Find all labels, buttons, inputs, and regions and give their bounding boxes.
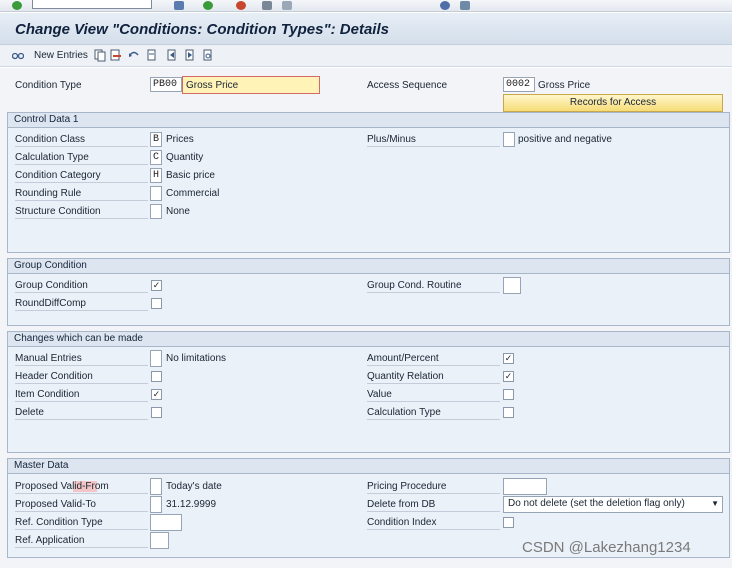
ref-application-label: Ref. Application <box>15 535 148 548</box>
print-icon[interactable] <box>262 1 272 10</box>
round-diff-comp-label: RoundDiffComp <box>15 298 148 311</box>
find-icon[interactable] <box>282 1 292 10</box>
rounding-rule-label: Rounding Rule <box>15 188 148 201</box>
delete-from-db-label: Delete from DB <box>367 499 500 512</box>
quantity-relation-checkbox[interactable]: ✓ <box>503 371 514 382</box>
enter-icon[interactable] <box>12 1 22 10</box>
valid-to-label: Proposed Valid-To <box>15 499 148 512</box>
round-diff-comp-checkbox[interactable] <box>151 298 162 309</box>
select-all-icon[interactable] <box>146 49 158 62</box>
header-condition-checkbox[interactable] <box>151 371 162 382</box>
condition-index-checkbox[interactable] <box>503 517 514 528</box>
value-label: Value <box>367 389 500 402</box>
pricing-procedure-field[interactable] <box>503 478 547 495</box>
condition-category-label: Condition Category <box>15 170 148 183</box>
condition-class-field[interactable]: B <box>150 132 162 147</box>
structure-condition-field[interactable] <box>150 204 162 219</box>
rounding-rule-desc: Commercial <box>166 188 220 199</box>
valid-to-desc: 31.12.9999 <box>166 499 217 510</box>
document-icon[interactable] <box>202 49 214 62</box>
group-condition-title: Group Condition <box>8 259 729 274</box>
delete-from-db-value: Do not delete (set the deletion flag onl… <box>508 498 685 509</box>
ref-condition-type-label: Ref. Condition Type <box>15 517 148 530</box>
next-entry-icon[interactable] <box>184 49 196 62</box>
structure-condition-label: Structure Condition <box>15 206 148 219</box>
delete-label: Delete <box>15 407 148 420</box>
glasses-icon[interactable] <box>12 49 24 62</box>
calculation-type-checkbox[interactable] <box>503 407 514 418</box>
valid-to-field[interactable] <box>150 496 162 513</box>
group-condition-checkbox[interactable]: ✓ <box>151 280 162 291</box>
access-sequence-desc: Gross Price <box>538 80 591 91</box>
structure-condition-desc: None <box>166 206 190 217</box>
condition-category-desc: Basic price <box>166 170 215 181</box>
condition-type-field[interactable]: PB00 <box>150 77 182 92</box>
previous-entry-icon[interactable] <box>166 49 178 62</box>
header-condition-label: Header Condition <box>15 371 148 384</box>
condition-class-label: Condition Class <box>15 134 148 147</box>
copy-icon[interactable] <box>94 49 106 62</box>
quantity-relation-label: Quantity Relation <box>367 371 500 384</box>
group-condition-label: Group Condition <box>15 280 148 293</box>
delete-checkbox[interactable] <box>151 407 162 418</box>
valid-from-desc: Today's date <box>166 481 222 492</box>
valid-from-field[interactable] <box>150 478 162 495</box>
chevron-down-icon[interactable]: ▼ <box>711 497 719 510</box>
plus-minus-label: Plus/Minus <box>367 134 500 147</box>
ref-application-field[interactable] <box>150 532 169 549</box>
access-sequence-field[interactable]: 0002 <box>503 77 535 92</box>
settings-icon[interactable] <box>460 1 470 10</box>
new-entries-button[interactable]: New Entries <box>34 50 88 61</box>
amount-percent-checkbox[interactable]: ✓ <box>503 353 514 364</box>
save-icon[interactable] <box>174 1 184 10</box>
item-condition-label: Item Condition <box>15 389 148 402</box>
value-checkbox[interactable] <box>503 389 514 400</box>
title-bar: Change View "Conditions: Condition Types… <box>0 13 732 45</box>
condition-index-label: Condition Index <box>367 517 500 530</box>
back-icon[interactable] <box>203 1 213 10</box>
delete-icon[interactable] <box>110 49 122 62</box>
group-cond-routine-label: Group Cond. Routine <box>367 280 500 293</box>
rounding-rule-field[interactable] <box>150 186 162 201</box>
plus-minus-field[interactable] <box>503 132 515 147</box>
help-icon[interactable] <box>440 1 450 10</box>
amount-percent-label: Amount/Percent <box>367 353 500 366</box>
calculation-type-label: Calculation Type <box>15 152 148 165</box>
ref-condition-type-field[interactable] <box>150 514 182 531</box>
system-toolbar <box>0 0 732 12</box>
manual-entries-desc: No limitations <box>166 353 227 364</box>
condition-type-desc-text: Gross Price <box>186 80 239 91</box>
control-data-title: Control Data 1 <box>8 113 729 128</box>
cancel-icon[interactable] <box>236 1 246 10</box>
condition-class-desc: Prices <box>166 134 194 145</box>
master-data-title: Master Data <box>8 459 729 474</box>
condition-type-description: Gross Price <box>182 76 320 94</box>
content-area: Condition Type PB00 Gross Price Access S… <box>0 68 732 568</box>
application-toolbar: New Entries <box>0 45 732 67</box>
watermark: CSDN @Lakezhang1234 <box>522 539 691 556</box>
changes-title: Changes which can be made <box>8 332 729 347</box>
item-condition-checkbox[interactable]: ✓ <box>151 389 162 400</box>
condition-type-label: Condition Type <box>15 80 82 91</box>
undo-icon[interactable] <box>128 49 140 62</box>
valid-from-text: Proposed Valid-From <box>15 481 109 492</box>
page-title: Change View "Conditions: Condition Types… <box>15 21 389 38</box>
access-sequence-label: Access Sequence <box>367 80 448 91</box>
group-cond-routine-field[interactable] <box>503 277 521 294</box>
command-field[interactable] <box>32 0 152 9</box>
manual-entries-label: Manual Entries <box>15 353 148 366</box>
valid-from-label: Proposed Valid-From <box>15 481 148 494</box>
delete-from-db-dropdown[interactable]: Do not delete (set the deletion flag onl… <box>503 496 723 513</box>
manual-entries-field[interactable] <box>150 350 162 367</box>
condition-category-field[interactable]: H <box>150 168 162 183</box>
records-for-access-button[interactable]: Records for Access <box>503 94 723 112</box>
calculation-type-change-label: Calculation Type <box>367 407 500 420</box>
plus-minus-desc: positive and negative <box>518 134 612 145</box>
calculation-type-desc: Quantity <box>166 152 204 163</box>
pricing-procedure-label: Pricing Procedure <box>367 481 500 494</box>
calculation-type-field[interactable]: C <box>150 150 162 165</box>
